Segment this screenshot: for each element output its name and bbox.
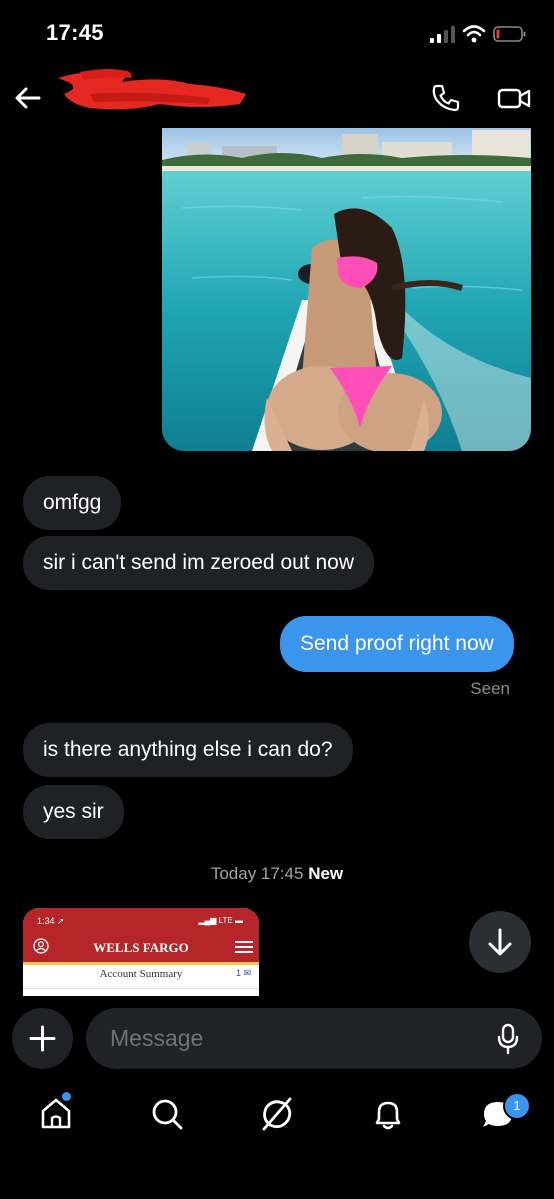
plus-icon xyxy=(29,1025,56,1052)
divider-time: Today 17:45 xyxy=(210,864,304,883)
preview-menu-icon xyxy=(235,941,253,953)
divider-new-label: New xyxy=(308,864,344,883)
wifi-icon xyxy=(462,25,486,43)
battery-icon xyxy=(493,26,526,42)
message-bubble-received[interactable]: sir i can't send im zeroed out now xyxy=(23,536,374,590)
redacted-contact-name xyxy=(58,69,246,110)
preview-status-time: 1:34 ➚ xyxy=(37,916,65,926)
screenshot-preview[interactable]: 1:34 ➚ ▂▄▆ LTE ▬ WELLS FARGO Account Sum… xyxy=(23,908,259,996)
new-messages-divider: Today 17:45 New xyxy=(0,864,554,884)
preview-account-summary: Account Summary xyxy=(99,968,183,980)
message-bubble-received[interactable]: omfgg xyxy=(23,476,122,530)
message-placeholder: Message xyxy=(110,1025,204,1051)
preview-divider xyxy=(23,988,259,989)
grok-tab-icon[interactable] xyxy=(257,1094,297,1134)
shared-photo[interactable] xyxy=(162,128,531,451)
preview-brand-title: WELLS FARGO xyxy=(93,940,189,955)
preview-mail-indicator: 1 ✉ xyxy=(235,968,251,978)
add-attachment-button[interactable] xyxy=(12,1008,73,1069)
message-input[interactable]: Message xyxy=(86,1008,542,1069)
home-tab-icon[interactable] xyxy=(36,1094,76,1134)
messages-unread-badge: 1 xyxy=(503,1092,531,1120)
message-bubble-received[interactable]: yes sir xyxy=(23,785,124,839)
phone-call-icon[interactable] xyxy=(430,82,462,114)
jet-ski-photo-image xyxy=(162,128,531,451)
cellular-signal-icon xyxy=(430,26,455,43)
video-call-icon[interactable] xyxy=(496,82,532,114)
preview-gold-stripe xyxy=(23,962,259,965)
home-notification-dot xyxy=(62,1092,71,1101)
status-time: 17:45 xyxy=(46,20,104,45)
scroll-to-bottom-button[interactable] xyxy=(469,911,531,973)
seen-receipt: Seen xyxy=(470,679,510,698)
notifications-tab-icon[interactable] xyxy=(368,1094,408,1134)
microphone-icon[interactable] xyxy=(496,1023,520,1055)
back-arrow-icon[interactable] xyxy=(12,82,44,114)
search-tab-icon[interactable] xyxy=(147,1094,187,1134)
arrow-down-icon xyxy=(488,928,512,956)
message-bubble-sent[interactable]: Send proof right now xyxy=(280,616,514,672)
preview-network-indicator: ▂▄▆ LTE ▬ xyxy=(198,916,243,925)
message-bubble-received[interactable]: is there anything else i can do? xyxy=(23,723,353,777)
